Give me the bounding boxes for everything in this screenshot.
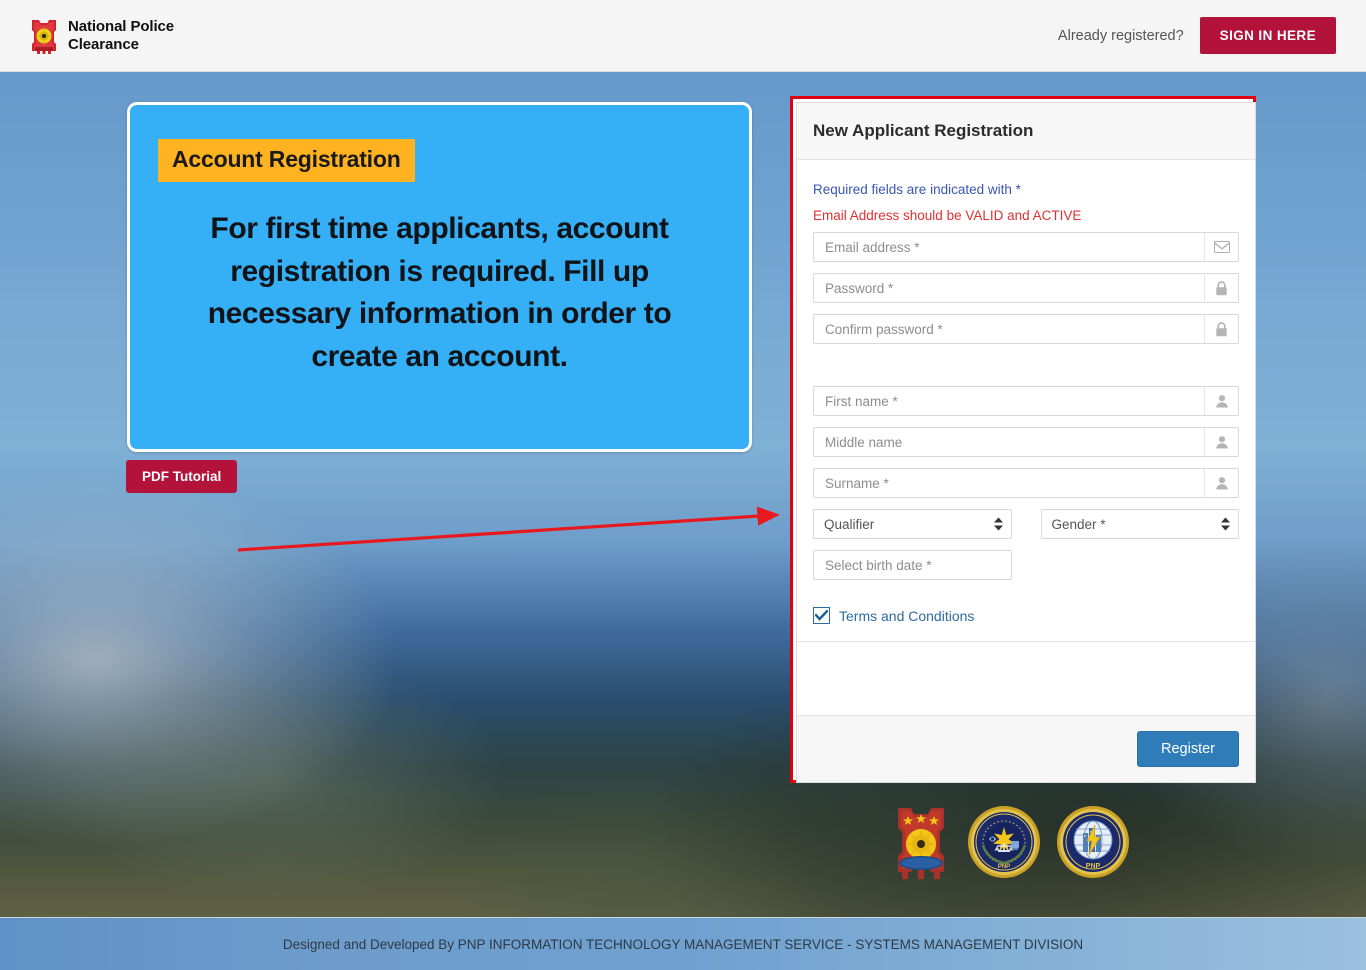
svg-text:PNP: PNP xyxy=(998,864,1010,870)
surname-input[interactable] xyxy=(814,469,1204,497)
middle-name-input-group[interactable] xyxy=(813,427,1239,457)
envelope-icon xyxy=(1204,233,1238,261)
user-icon xyxy=(1204,469,1238,497)
didm-pnp-seal: PNP xyxy=(968,806,1040,878)
confirm-password-field-row xyxy=(813,314,1239,344)
registration-form-body: Required fields are indicated with * Ema… xyxy=(797,160,1255,715)
terms-and-conditions-link[interactable]: Terms and Conditions xyxy=(839,608,974,624)
password-input[interactable] xyxy=(814,274,1204,302)
header-actions: Already registered? SIGN IN HERE xyxy=(1058,17,1336,54)
first-name-input-group[interactable] xyxy=(813,386,1239,416)
footer-credit-text: Designed and Developed By PNP INFORMATIO… xyxy=(282,936,1084,952)
form-bottom-spacer xyxy=(813,642,1239,680)
terms-and-conditions-row[interactable]: Terms and Conditions xyxy=(813,607,1239,624)
brand-logo[interactable]: National Police Clearance xyxy=(28,17,174,55)
pdf-tutorial-button[interactable]: PDF Tutorial xyxy=(126,460,238,493)
birth-date-input[interactable] xyxy=(814,551,1011,579)
site-footer: Designed and Developed By PNP INFORMATIO… xyxy=(0,917,1366,970)
surname-input-group[interactable] xyxy=(813,468,1239,498)
registration-panel-highlight: New Applicant Registration Required fiel… xyxy=(790,96,1256,783)
brand-title: National Police Clearance xyxy=(68,18,174,53)
site-header: National Police Clearance Already regist… xyxy=(0,0,1366,72)
registration-card-header: New Applicant Registration xyxy=(797,103,1255,160)
confirm-password-input[interactable] xyxy=(814,315,1204,343)
user-icon xyxy=(1204,387,1238,415)
itmc-pnp-seal: PNP xyxy=(1057,806,1129,878)
birth-date-field-row xyxy=(813,550,1239,580)
agency-seals-row: PNP PNP xyxy=(890,800,1156,884)
surname-field-row xyxy=(813,468,1239,498)
required-fields-note: Required fields are indicated with * xyxy=(813,182,1021,197)
registration-card-footer: Register xyxy=(797,715,1255,782)
email-input[interactable] xyxy=(814,233,1204,261)
middle-name-input[interactable] xyxy=(814,428,1204,456)
form-section-spacer xyxy=(813,355,1239,386)
qualifier-select[interactable]: Qualifier xyxy=(813,509,1012,539)
brand-title-line1: National Police xyxy=(68,18,175,36)
philippine-national-police-seal xyxy=(898,808,944,879)
email-validity-warning: Email Address should be VALID and ACTIVE xyxy=(813,208,1082,223)
new-applicant-registration-card: New Applicant Registration Required fiel… xyxy=(796,102,1256,783)
page-title: New Applicant Registration xyxy=(813,121,1034,140)
pnp-seal-icon xyxy=(32,19,56,54)
email-field-row xyxy=(813,232,1239,262)
terms-checkbox[interactable] xyxy=(813,607,830,624)
lock-icon xyxy=(1204,315,1238,343)
qualifier-gender-row: Qualifier Gender * xyxy=(813,509,1239,539)
password-field-row xyxy=(813,273,1239,303)
confirm-password-input-group[interactable] xyxy=(813,314,1239,344)
brand-title-line2: Clearance xyxy=(68,35,139,53)
lock-icon xyxy=(1204,274,1238,302)
checkmark-icon xyxy=(815,610,828,621)
account-registration-info-panel: Account Registration For first time appl… xyxy=(127,102,752,452)
user-icon xyxy=(1204,428,1238,456)
middle-name-field-row xyxy=(813,427,1239,457)
birth-date-input-group[interactable] xyxy=(813,550,1012,580)
email-input-group[interactable] xyxy=(813,232,1239,262)
already-registered-label: Already registered? xyxy=(1057,27,1184,44)
svg-text:PNP: PNP xyxy=(1086,863,1101,870)
first-name-input[interactable] xyxy=(814,387,1204,415)
sign-in-here-button[interactable]: SIGN IN HERE xyxy=(1199,17,1336,54)
qualifier-select-wrap[interactable]: Qualifier xyxy=(813,509,1012,539)
info-panel-badge: Account Registration xyxy=(158,139,415,182)
gender-select[interactable]: Gender * xyxy=(1040,509,1239,539)
password-input-group[interactable] xyxy=(813,273,1239,303)
gender-select-wrap[interactable]: Gender * xyxy=(1040,509,1239,539)
info-panel-body-text: For first time applicants, account regis… xyxy=(207,212,672,373)
first-name-field-row xyxy=(813,386,1239,416)
register-button[interactable]: Register xyxy=(1137,731,1239,767)
